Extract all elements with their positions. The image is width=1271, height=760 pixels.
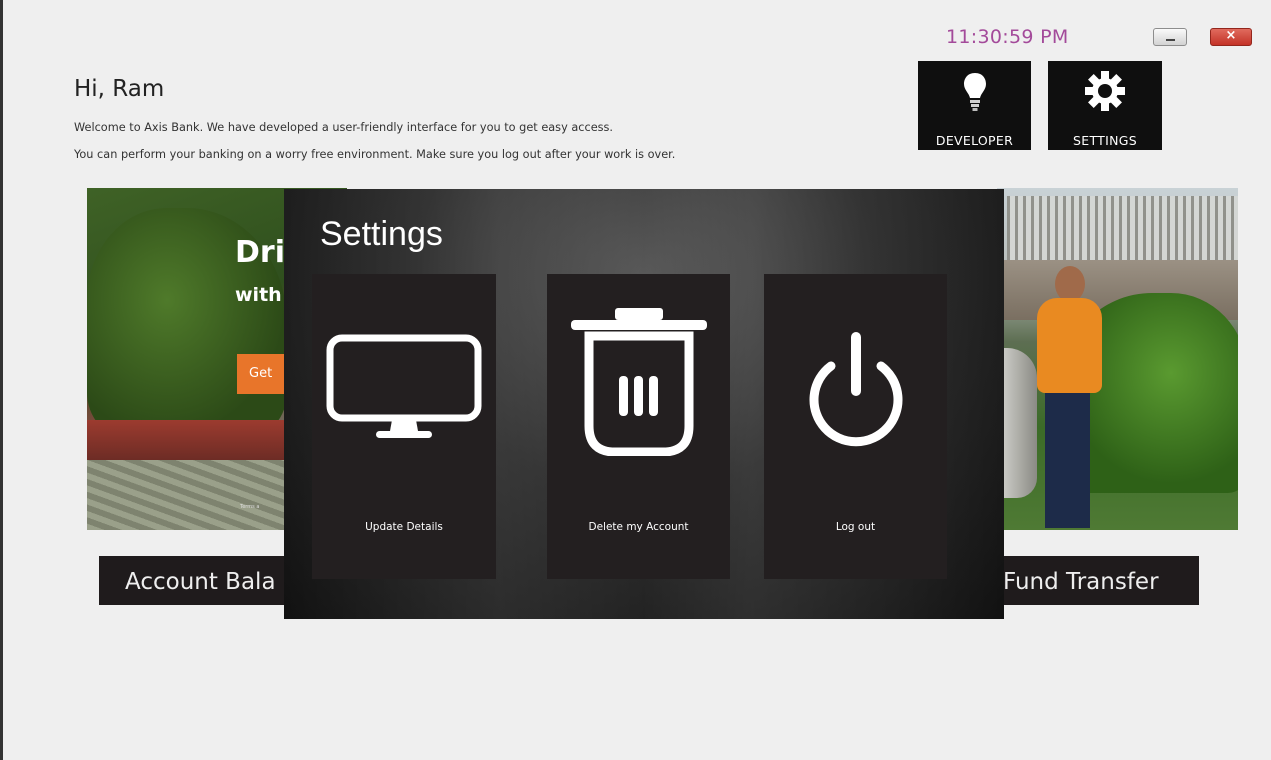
- clock: 11:30:59 PM: [946, 26, 1069, 48]
- welcome-text-line-2: You can perform your banking on a worry …: [74, 148, 676, 161]
- close-button[interactable]: ×: [1210, 28, 1252, 46]
- settings-tile-label: SETTINGS: [1073, 133, 1137, 148]
- settings-modal-title: Settings: [320, 215, 443, 253]
- banner-subheading: with: [235, 284, 282, 306]
- banner-image-right: [997, 188, 1238, 530]
- gear-icon: [1085, 71, 1125, 111]
- monitor-icon: [326, 334, 482, 438]
- delete-account-button[interactable]: Delete my Account: [547, 274, 730, 579]
- close-icon: ×: [1225, 28, 1237, 43]
- log-out-label: Log out: [835, 521, 876, 533]
- banner-cta-button[interactable]: Get: [237, 354, 287, 394]
- minimize-button[interactable]: [1153, 28, 1187, 46]
- welcome-text-line-1: Welcome to Axis Bank. We have developed …: [74, 121, 614, 134]
- developer-tile-label: DEVELOPER: [935, 133, 1014, 148]
- developer-tile[interactable]: DEVELOPER: [918, 61, 1031, 150]
- lightbulb-icon: [963, 73, 986, 111]
- trash-icon: [570, 308, 707, 456]
- banner-heading: Dri: [235, 235, 285, 270]
- power-icon: [809, 332, 902, 447]
- update-details-button[interactable]: Update Details: [312, 274, 496, 579]
- fund-transfer-tile[interactable]: Fund Transfer: [1000, 556, 1199, 605]
- log-out-button[interactable]: Log out: [764, 274, 947, 579]
- settings-tile[interactable]: SETTINGS: [1048, 61, 1162, 150]
- banner-terms: Terms a: [240, 504, 260, 510]
- update-details-label: Update Details: [365, 521, 443, 533]
- greeting: Hi, Ram: [74, 76, 165, 102]
- window-left-edge: [0, 0, 3, 760]
- delete-account-label: Delete my Account: [588, 521, 689, 533]
- settings-modal: Settings Update Details Delete my Accoun…: [284, 189, 1004, 619]
- account-balance-tile[interactable]: Account Bala: [99, 556, 289, 605]
